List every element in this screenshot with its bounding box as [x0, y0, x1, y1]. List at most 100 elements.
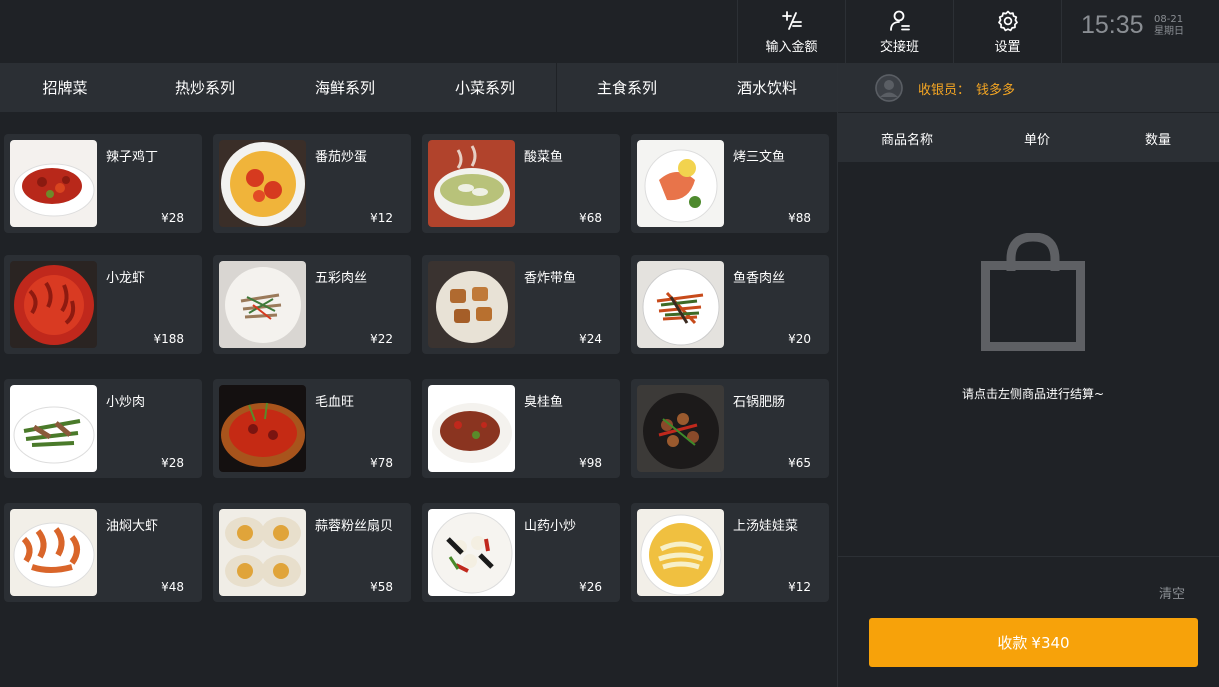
product-price: ¥20: [788, 332, 811, 346]
product-grid: 辣子鸡丁 ¥28 番茄炒蛋 ¥12 酸菜鱼 ¥68 烤三文鱼 ¥88 小龙虾 ¥…: [0, 112, 837, 687]
product-name: 鱼香肉丝: [733, 271, 786, 286]
dish-image: [428, 261, 515, 348]
shopping-bag-icon: [981, 233, 1085, 351]
checkout-amount: ¥340: [1031, 633, 1070, 652]
dish-image: [428, 385, 515, 472]
tab-side-dishes[interactable]: 小菜系列: [415, 63, 555, 112]
dish-image: [428, 509, 515, 596]
dish-image: [637, 261, 724, 348]
product-card[interactable]: 番茄炒蛋 ¥12: [213, 134, 411, 233]
cashier-name: 钱多多: [976, 83, 1016, 98]
category-bar: 招牌菜 热炒系列 海鲜系列 小菜系列 主食系列 酒水饮料: [0, 63, 837, 112]
product-price: ¥12: [370, 211, 393, 225]
product-price: ¥78: [370, 456, 393, 470]
product-card[interactable]: 烤三文鱼 ¥88: [631, 134, 829, 233]
settings-label: 设置: [994, 39, 1021, 55]
product-name: 辣子鸡丁: [106, 150, 159, 165]
product-price: ¥58: [370, 580, 393, 594]
dish-image: [10, 140, 97, 227]
checkout-label: 收款: [997, 634, 1028, 652]
product-name: 香炸带鱼: [524, 271, 577, 286]
input-amount-button[interactable]: 输入金额: [737, 0, 845, 63]
column-quantity: 数量: [1145, 133, 1172, 148]
product-card[interactable]: 石锅肥肠 ¥65: [631, 379, 829, 478]
dish-image: [637, 385, 724, 472]
product-name: 油焖大虾: [106, 519, 159, 534]
settings-button[interactable]: 设置: [953, 0, 1061, 63]
dish-image: [219, 385, 306, 472]
product-price: ¥48: [161, 580, 184, 594]
product-name: 山药小炒: [524, 519, 577, 534]
clock-time: 15:35: [1081, 11, 1144, 39]
column-unit-price: 单价: [1024, 133, 1051, 148]
product-card[interactable]: 山药小炒 ¥26: [422, 503, 620, 602]
gear-icon: [997, 10, 1018, 31]
product-price: ¥98: [579, 456, 602, 470]
tab-signature[interactable]: 招牌菜: [0, 63, 135, 112]
tab-stir-fry[interactable]: 热炒系列: [135, 63, 275, 112]
product-card[interactable]: 臭桂鱼 ¥98: [422, 379, 620, 478]
clear-button[interactable]: 清空: [1159, 583, 1185, 602]
input-amount-label: 输入金额: [765, 39, 818, 55]
dish-image: [428, 140, 515, 227]
plus-minus-icon: [781, 10, 802, 30]
product-name: 蒜蓉粉丝扇贝: [315, 519, 394, 534]
product-name: 番茄炒蛋: [315, 150, 368, 165]
product-card[interactable]: 蒜蓉粉丝扇贝 ¥58: [213, 503, 411, 602]
product-price: ¥24: [579, 332, 602, 346]
product-price: ¥65: [788, 456, 811, 470]
tab-staple-food[interactable]: 主食系列: [557, 63, 697, 112]
product-card[interactable]: 小龙虾 ¥188: [4, 255, 202, 354]
top-bar: 输入金额 交接班 设置 15:35 08-21 星期日: [0, 0, 1219, 63]
dish-image: [219, 261, 306, 348]
checkout-button[interactable]: 收款 ¥340: [869, 618, 1198, 667]
dish-image: [219, 140, 306, 227]
product-name: 小炒肉: [106, 395, 146, 410]
product-name: 石锅肥肠: [733, 395, 786, 410]
clock: 15:35 08-21 星期日: [1061, 0, 1219, 63]
dish-image: [219, 509, 306, 596]
dish-image: [637, 509, 724, 596]
product-card[interactable]: 辣子鸡丁 ¥28: [4, 134, 202, 233]
dish-image: [10, 509, 97, 596]
product-card[interactable]: 鱼香肉丝 ¥20: [631, 255, 829, 354]
user-switch-icon: [889, 10, 910, 31]
avatar-icon: [875, 74, 903, 102]
column-product-name: 商品名称: [881, 133, 934, 148]
product-price: ¥88: [788, 211, 811, 225]
handover-button[interactable]: 交接班: [845, 0, 953, 63]
product-name: 上汤娃娃菜: [733, 519, 799, 534]
product-name: 酸菜鱼: [524, 150, 564, 165]
product-card[interactable]: 上汤娃娃菜 ¥12: [631, 503, 829, 602]
empty-cart-message: 请点击左侧商品进行结算~: [961, 387, 1105, 401]
tab-seafood[interactable]: 海鲜系列: [275, 63, 415, 112]
product-card[interactable]: 小炒肉 ¥28: [4, 379, 202, 478]
product-name: 毛血旺: [315, 395, 355, 410]
dish-image: [10, 385, 97, 472]
product-card[interactable]: 油焖大虾 ¥48: [4, 503, 202, 602]
product-price: ¥188: [153, 332, 184, 346]
order-panel: 收银员： 钱多多 商品名称 单价 数量 请点击左侧商品进行结算~ 清空 收款 ¥…: [837, 63, 1219, 687]
clock-weekday: 星期日: [1154, 26, 1184, 37]
order-table-header: 商品名称 单价 数量: [838, 112, 1219, 162]
cashier-info: 收银员： 钱多多: [838, 63, 1219, 112]
product-name: 五彩肉丝: [315, 271, 368, 286]
product-name: 小龙虾: [106, 271, 146, 286]
product-price: ¥26: [579, 580, 602, 594]
cashier-label: 收银员：: [918, 83, 971, 98]
product-name: 臭桂鱼: [524, 395, 564, 410]
product-card[interactable]: 毛血旺 ¥78: [213, 379, 411, 478]
dish-image: [10, 261, 97, 348]
dish-image: [637, 140, 724, 227]
product-card[interactable]: 酸菜鱼 ¥68: [422, 134, 620, 233]
product-card[interactable]: 香炸带鱼 ¥24: [422, 255, 620, 354]
product-price: ¥68: [579, 211, 602, 225]
product-price: ¥28: [161, 211, 184, 225]
product-price: ¥12: [788, 580, 811, 594]
divider: [838, 556, 1219, 557]
handover-label: 交接班: [879, 39, 919, 55]
product-price: ¥28: [161, 456, 184, 470]
product-card[interactable]: 五彩肉丝 ¥22: [213, 255, 411, 354]
tab-drinks[interactable]: 酒水饮料: [697, 63, 837, 112]
product-name: 烤三文鱼: [733, 150, 786, 165]
